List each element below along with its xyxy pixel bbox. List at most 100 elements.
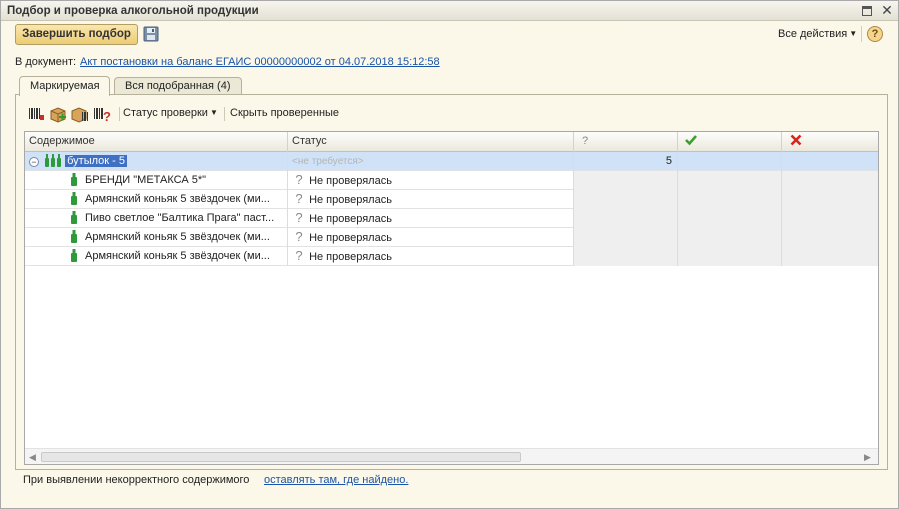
group-content-cell: − бутылок - 5 <box>25 152 288 171</box>
product-name: Армянский коньяк 5 звёздочек (ми... <box>85 250 270 262</box>
table-group-row[interactable]: − бутылок - 5 <не требуется> 5 <box>25 152 878 171</box>
content-cell: БРЕНДИ "МЕТАКСА 5*" <box>25 171 288 190</box>
title-bar: Подбор и проверка алкогольной продукции … <box>1 1 898 21</box>
add-box-icon[interactable] <box>49 105 67 123</box>
table-row[interactable]: Армянский коньяк 5 звёздочек (ми...? Не … <box>25 190 878 209</box>
group-ok-count <box>678 152 782 171</box>
collapse-icon[interactable]: − <box>29 157 39 167</box>
unchecked-cell <box>574 209 678 228</box>
box-barcode-icon[interactable] <box>71 105 89 123</box>
tab-marked[interactable]: Маркируемая <box>19 76 110 96</box>
table-row[interactable]: Пиво светлое "Балтика Прага" паст...? Не… <box>25 209 878 228</box>
group-unchecked-count: 5 <box>574 152 678 171</box>
svg-text:?: ? <box>103 109 111 123</box>
window-title: Подбор и проверка алкогольной продукции <box>7 5 259 17</box>
save-icon[interactable] <box>143 26 159 42</box>
status-text: Не проверялась <box>309 213 392 225</box>
tab-all-picked[interactable]: Вся подобранная (4) <box>114 77 242 94</box>
toolbar-separator <box>224 107 225 121</box>
question-icon: ? <box>295 210 303 225</box>
column-header-unchecked[interactable]: ? <box>574 132 678 152</box>
status-cell: ? Не проверялась <box>288 247 574 266</box>
status-cell: ? Не проверялась <box>288 190 574 209</box>
status-cell: ? Не проверялась <box>288 228 574 247</box>
content-table: Содержимое Статус ? − бутылок - 5 <не тр… <box>24 131 879 465</box>
table-row[interactable]: БРЕНДИ "МЕТАКСА 5*"? Не проверялась <box>25 171 878 190</box>
barcode-scan-icon[interactable] <box>27 105 45 123</box>
status-check-dropdown[interactable]: Статус проверки ▼ <box>123 107 218 119</box>
bottle-icon <box>71 173 77 186</box>
content-cell: Армянский коньяк 5 звёздочек (ми... <box>25 228 288 247</box>
ok-cell <box>678 190 782 209</box>
maximize-icon[interactable] <box>862 6 872 16</box>
ok-cell <box>678 228 782 247</box>
bottles-group-icon <box>45 154 62 167</box>
content-cell: Пиво светлое "Балтика Прага" паст... <box>25 209 288 228</box>
group-status-cell: <не требуется> <box>288 152 574 171</box>
divider <box>861 26 862 42</box>
error-cell <box>782 228 878 247</box>
help-icon[interactable]: ? <box>867 26 883 42</box>
ok-cell <box>678 209 782 228</box>
bottle-icon <box>71 249 77 262</box>
product-name: Армянский коньяк 5 звёздочек (ми... <box>85 231 270 243</box>
content-cell: Армянский коньяк 5 звёздочек (ми... <box>25 190 288 209</box>
product-name: Пиво светлое "Балтика Прага" паст... <box>85 212 275 224</box>
finish-picking-button[interactable]: Завершить подбор <box>15 24 138 45</box>
error-cell <box>782 247 878 266</box>
document-link[interactable]: Акт постановки на баланс ЕГАИС 000000000… <box>80 56 440 68</box>
status-text: Не проверялась <box>309 194 392 206</box>
toolbar-separator <box>119 107 120 121</box>
unchecked-cell <box>574 228 678 247</box>
column-header-status[interactable]: Статус <box>288 132 574 152</box>
ok-cell <box>678 171 782 190</box>
content-cell: Армянский коньяк 5 звёздочек (ми... <box>25 247 288 266</box>
close-icon[interactable]: ✕ <box>881 3 893 17</box>
all-actions-menu[interactable]: Все действия ▼ <box>778 28 857 40</box>
status-text: Не проверялась <box>309 175 392 187</box>
error-cell <box>782 171 878 190</box>
bottle-icon <box>71 192 77 205</box>
product-name: БРЕНДИ "МЕТАКСА 5*" <box>85 174 207 186</box>
question-icon: ? <box>295 248 303 263</box>
scroll-right-icon[interactable]: ▶ <box>864 452 871 463</box>
tab-panel: ? Статус проверки ▼ Скрыть проверенные Со… <box>15 94 888 470</box>
question-icon: ? <box>295 229 303 244</box>
hide-checked-button[interactable]: Скрыть проверенные <box>230 107 339 119</box>
table-row[interactable]: Армянский коньяк 5 звёздочек (ми...? Не … <box>25 247 878 266</box>
table-row[interactable]: Армянский коньяк 5 звёздочек (ми...? Не … <box>25 228 878 247</box>
chevron-down-icon: ▼ <box>209 108 218 117</box>
status-cell: ? Не проверялась <box>288 171 574 190</box>
scroll-left-icon[interactable]: ◀ <box>29 452 36 463</box>
all-actions-label: Все действия <box>778 28 848 40</box>
question-icon: ? <box>295 172 303 187</box>
status-check-label: Статус проверки <box>123 107 208 119</box>
footer-label: При выявлении некорректного содержимого <box>23 474 250 486</box>
column-header-content[interactable]: Содержимое <box>25 132 288 152</box>
column-header-error[interactable] <box>782 132 878 152</box>
cross-icon <box>790 134 802 146</box>
chevron-down-icon: ▼ <box>849 29 858 38</box>
error-cell <box>782 209 878 228</box>
bottle-icon <box>71 211 77 224</box>
error-cell <box>782 190 878 209</box>
status-text: Не проверялась <box>309 232 392 244</box>
question-icon: ? <box>295 191 303 206</box>
status-cell: ? Не проверялась <box>288 209 574 228</box>
check-icon <box>685 135 697 146</box>
document-label: В документ: <box>15 56 77 68</box>
scrollbar-thumb[interactable] <box>41 452 521 462</box>
status-text: Не проверялась <box>309 251 392 263</box>
group-label: бутылок - 5 <box>65 155 127 167</box>
horizontal-scrollbar[interactable]: ◀ ▶ <box>25 448 878 464</box>
table-header: Содержимое Статус ? <box>25 132 878 152</box>
group-error-count <box>782 152 878 171</box>
product-name: Армянский коньяк 5 звёздочек (ми... <box>85 193 270 205</box>
incorrect-content-action-link[interactable]: оставлять там, где найдено. <box>264 474 408 486</box>
ok-cell <box>678 247 782 266</box>
barcode-check-icon[interactable]: ? <box>93 105 111 124</box>
unchecked-cell <box>574 247 678 266</box>
status-placeholder: <не требуется> <box>292 156 364 167</box>
unchecked-cell <box>574 171 678 190</box>
column-header-ok[interactable] <box>678 132 782 152</box>
